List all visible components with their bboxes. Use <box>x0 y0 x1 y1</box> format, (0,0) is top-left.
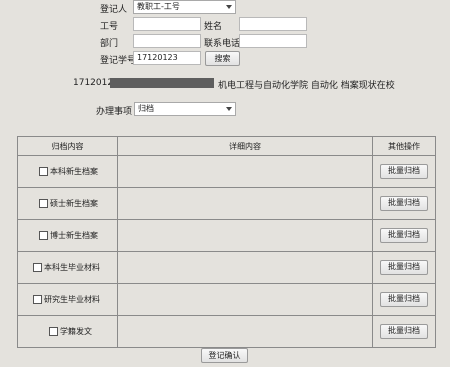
confirm-registration-button[interactable]: 登记确认 <box>201 348 248 363</box>
row-action-cell: 批量归档 <box>372 315 436 348</box>
row-label-cell: 博士新生档案 <box>17 219 118 252</box>
name-label: 姓名 <box>204 22 223 32</box>
row-label-cell: 本科生毕业材料 <box>17 251 118 284</box>
row-label: 硕士新生档案 <box>50 199 98 208</box>
registrant-type-label: 登记人 <box>100 5 128 15</box>
row-detail-cell <box>117 219 373 252</box>
batch-archive-button[interactable]: 批量归档 <box>380 164 428 179</box>
row-label-cell: 本科新生档案 <box>17 155 118 188</box>
row-label: 研究生毕业材料 <box>44 295 100 304</box>
row-label: 本科生毕业材料 <box>44 263 100 272</box>
student-id-input[interactable]: 17120123 <box>133 51 201 65</box>
table-row: 本科新生档案 批量归档 <box>17 155 436 188</box>
header-details: 详细内容 <box>117 136 373 156</box>
header-archive-content: 归档内容 <box>17 136 118 156</box>
batch-archive-button[interactable]: 批量归档 <box>380 292 428 307</box>
phone-label: 联系电话 <box>204 39 241 49</box>
checkbox[interactable] <box>33 294 42 304</box>
redacted-name-bar <box>110 78 214 88</box>
table-row: 硕士新生档案 批量归档 <box>17 187 436 220</box>
name-input[interactable] <box>239 17 307 31</box>
registrant-type-select[interactable]: 教职工-工号 <box>133 0 236 14</box>
staff-id-input[interactable] <box>133 17 201 31</box>
checkbox[interactable] <box>39 230 48 240</box>
row-label: 学籍发文 <box>60 327 92 336</box>
checkbox[interactable] <box>39 166 48 176</box>
table-header-row: 归档内容 详细内容 其他操作 <box>17 136 436 156</box>
table-row: 本科生毕业材料 批量归档 <box>17 251 436 284</box>
row-action-cell: 批量归档 <box>372 187 436 220</box>
row-label-cell: 学籍发文 <box>17 315 118 348</box>
phone-input[interactable] <box>239 34 307 48</box>
archive-table: 归档内容 详细内容 其他操作 本科新生档案 批量归档 硕士新生档案 批量归档 博… <box>17 136 436 348</box>
checkbox[interactable] <box>39 198 48 208</box>
table-row: 学籍发文 批量归档 <box>17 315 436 348</box>
batch-archive-button[interactable]: 批量归档 <box>380 324 428 339</box>
chevron-down-icon <box>226 107 232 111</box>
chevron-down-icon <box>226 5 232 9</box>
student-id-label: 登记学号 <box>100 56 137 66</box>
row-action-cell: 批量归档 <box>372 219 436 252</box>
row-detail-cell <box>117 315 373 348</box>
checkbox[interactable] <box>49 326 58 336</box>
batch-archive-button[interactable]: 批量归档 <box>380 196 428 211</box>
row-label-cell: 研究生毕业材料 <box>17 283 118 316</box>
row-label-cell: 硕士新生档案 <box>17 187 118 220</box>
header-other-actions: 其他操作 <box>372 136 436 156</box>
row-action-cell: 批量归档 <box>372 155 436 188</box>
table-row: 博士新生档案 批量归档 <box>17 219 436 252</box>
row-action-cell: 批量归档 <box>372 283 436 316</box>
row-label: 博士新生档案 <box>50 231 98 240</box>
row-detail-cell <box>117 283 373 316</box>
row-label: 本科新生档案 <box>50 167 98 176</box>
registrant-type-value: 教职工-工号 <box>137 2 180 11</box>
department-label: 部门 <box>100 39 119 49</box>
business-value: 归档 <box>138 104 154 113</box>
checkbox[interactable] <box>33 262 42 272</box>
row-action-cell: 批量归档 <box>372 251 436 284</box>
batch-archive-button[interactable]: 批量归档 <box>380 260 428 275</box>
department-input[interactable] <box>133 34 201 48</box>
batch-archive-button[interactable]: 批量归档 <box>380 228 428 243</box>
table-row: 研究生毕业材料 批量归档 <box>17 283 436 316</box>
business-label: 办理事项 <box>96 107 133 117</box>
row-detail-cell <box>117 187 373 220</box>
staff-id-label: 工号 <box>100 22 119 32</box>
row-detail-cell <box>117 251 373 284</box>
row-detail-cell <box>117 155 373 188</box>
search-button[interactable]: 搜索 <box>205 51 240 66</box>
business-select[interactable]: 归档 <box>134 102 236 116</box>
student-info-details: 机电工程与自动化学院 自动化 档案现状在校 <box>218 81 395 91</box>
